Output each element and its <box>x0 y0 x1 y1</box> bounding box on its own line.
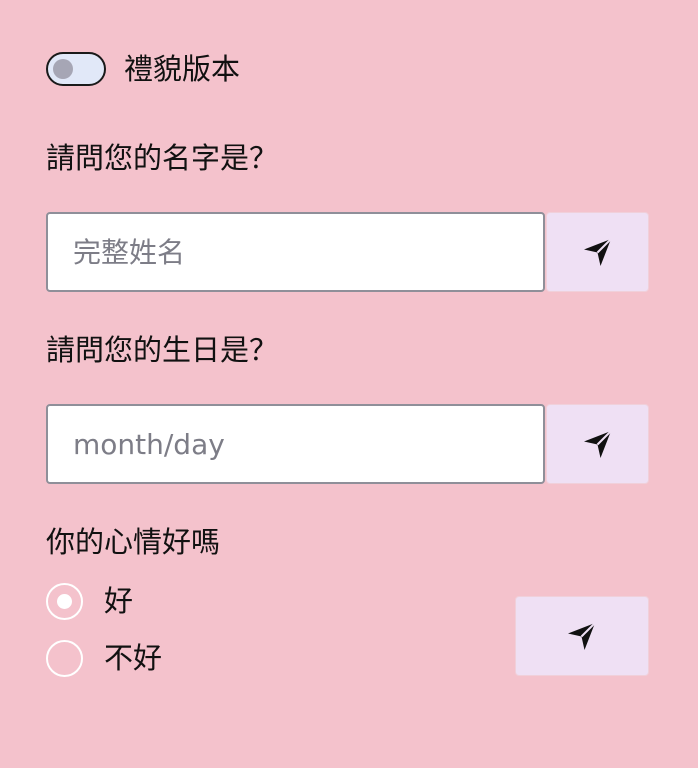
name-input[interactable] <box>46 212 545 292</box>
mood-option-good[interactable]: 好 <box>46 582 133 620</box>
mood-question-label: 你的心情好嗎 <box>46 525 221 559</box>
politeness-toggle[interactable] <box>46 52 106 86</box>
mood-option-label: 好 <box>104 584 134 618</box>
mood-radio-good[interactable] <box>46 582 83 620</box>
send-paper-plane-icon <box>583 430 612 458</box>
birthday-send-button[interactable] <box>546 404 649 484</box>
send-paper-plane-icon <box>568 622 596 650</box>
toggle-label: 禮貌版本 <box>124 52 241 86</box>
birthday-question-label: 請問您的生日是？ <box>46 333 279 367</box>
birthday-input[interactable] <box>46 404 545 484</box>
name-send-button[interactable] <box>546 212 649 292</box>
mood-option-label: 不好 <box>104 641 163 675</box>
name-question-label: 請問您的名字是？ <box>46 141 279 175</box>
politeness-toggle-row[interactable]: 禮貌版本 <box>46 50 240 88</box>
toggle-knob <box>53 59 73 79</box>
mood-send-button[interactable] <box>515 596 649 676</box>
mood-option-bad[interactable]: 不好 <box>46 639 162 677</box>
mood-radio-bad[interactable] <box>46 639 83 677</box>
send-paper-plane-icon <box>583 238 612 266</box>
